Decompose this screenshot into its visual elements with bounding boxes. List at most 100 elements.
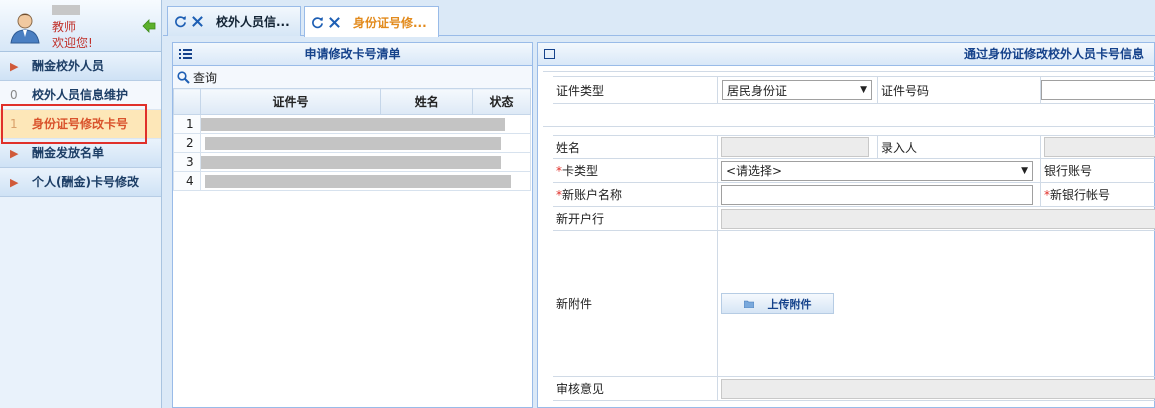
close-icon[interactable]	[328, 16, 341, 29]
id-type-select[interactable]: 居民身份证 ▼	[722, 80, 872, 100]
sidebar-item-label: 校外人员信息维护	[32, 88, 129, 102]
column-header-name[interactable]: 姓名	[380, 88, 474, 115]
column-header-status[interactable]: 状态	[472, 88, 531, 115]
close-icon[interactable]	[191, 15, 204, 28]
search-icon	[177, 70, 190, 84]
sidebar-group-personal-card[interactable]: ▶ 个人(酬金)卡号修改	[0, 168, 161, 197]
id-number-cell	[1041, 77, 1155, 103]
sidebar-item-label: 个人(酬金)卡号修改	[32, 175, 139, 189]
card-type-value: <请选择>	[726, 164, 783, 178]
new-account-name-cell	[718, 183, 1041, 206]
card-type-label: 卡类型	[562, 164, 599, 178]
sidebar-item-staff-info[interactable]: 0 校外人员信息维护	[0, 81, 161, 110]
application-list-panel: 申请修改卡号清单 查询 证件号 姓名 状态 1 2 3 4	[172, 42, 533, 408]
user-box: 教师 欢迎您!	[0, 0, 161, 52]
row-number: 2	[173, 133, 201, 153]
application-table: 证件号 姓名 状态 1 2 3 4	[173, 88, 532, 191]
new-account-name-label: 新账户名称	[562, 188, 623, 202]
upload-attachment-button[interactable]: 上传附件	[721, 293, 834, 314]
table-row[interactable]: 3	[173, 152, 532, 172]
dropdown-arrow-icon: ▼	[860, 85, 867, 95]
sidebar-item-id-change-card[interactable]: 1 身份证号修改卡号	[0, 110, 161, 139]
new-bank-branch-field	[721, 208, 1155, 229]
refresh-icon[interactable]	[174, 15, 187, 28]
card-type-label-cell: * 卡类型	[553, 159, 718, 182]
form-row-attachment: 新附件 上传附件	[553, 231, 1155, 377]
row-number: 3	[173, 152, 201, 172]
name-cell	[718, 136, 878, 158]
new-bank-branch-cell	[718, 207, 1155, 230]
sidebar-group-payment-list[interactable]: ▶ 酬金发放名单	[0, 139, 161, 168]
chevron-right-icon: ▶	[10, 147, 19, 160]
review-field	[721, 378, 1155, 399]
query-label: 查询	[193, 70, 218, 85]
sidebar-item-label: 身份证号修改卡号	[32, 117, 129, 131]
panel-title: 申请修改卡号清单	[304, 47, 401, 61]
panel-header: 申请修改卡号清单	[173, 43, 532, 66]
user-avatar-icon	[10, 13, 40, 44]
review-cell	[718, 377, 1155, 400]
new-account-name-input[interactable]	[721, 184, 1033, 205]
window-icon	[544, 49, 555, 59]
entered-by-label: 录入人	[878, 136, 1041, 158]
id-search-block: 证件类型 居民身份证 ▼ 证件号码	[543, 71, 1155, 127]
sidebar-item-index: 0	[10, 88, 18, 102]
id-type-value: 居民身份证	[727, 83, 788, 98]
user-role: 教师	[52, 20, 77, 34]
chevron-right-icon: ▶	[10, 176, 19, 189]
user-name-redacted	[52, 5, 80, 15]
card-type-select[interactable]: <请选择> ▼	[721, 160, 1033, 181]
form-row-new-account: * 新账户名称 * 新银行帐号	[553, 183, 1155, 207]
refresh-icon[interactable]	[311, 16, 324, 29]
query-button[interactable]: 查询	[177, 69, 217, 86]
card-type-cell: <请选择> ▼	[718, 159, 1041, 182]
list-icon	[179, 49, 192, 59]
form-row-id: 证件类型 居民身份证 ▼ 证件号码	[553, 76, 1155, 104]
sidebar-item-index: 1	[10, 117, 18, 131]
id-number-label: 证件号码	[878, 77, 1041, 103]
review-label: 审核意见	[553, 377, 718, 400]
row-redacted	[199, 152, 532, 172]
row-redacted	[199, 114, 532, 134]
id-number-input[interactable]	[1041, 80, 1155, 100]
card-change-form-panel: 通过身份证修改校外人员卡号信息 证件类型 居民身份证 ▼ 证件号码 姓名 录入人	[537, 42, 1155, 408]
bank-account-label: 银行账号	[1044, 164, 1093, 178]
panel-header: 通过身份证修改校外人员卡号信息	[538, 43, 1154, 66]
row-redacted	[199, 171, 532, 191]
form-row-new-branch: 新开户行	[553, 207, 1155, 231]
tab-id-change-card[interactable]: 身份证号修...	[304, 6, 439, 37]
table-row[interactable]: 2	[173, 133, 532, 153]
sidebar-group-remuneration-staff[interactable]: ▶ 酬金校外人员	[0, 52, 161, 81]
new-attachment-label: 新附件	[553, 231, 718, 376]
table-row[interactable]: 1	[173, 114, 532, 134]
row-number: 4	[173, 171, 201, 191]
tab-label: 校外人员信...	[216, 15, 290, 29]
collapse-sidebar-icon[interactable]	[142, 19, 156, 33]
tab-label: 身份证号修...	[353, 15, 427, 30]
new-account-name-label-cell: * 新账户名称	[553, 183, 718, 206]
form-row-card-type: * 卡类型 <请选择> ▼ 银行账号	[553, 159, 1155, 183]
name-field	[721, 137, 869, 157]
form-row-name: 姓名 录入人	[553, 135, 1155, 159]
name-label: 姓名	[553, 136, 718, 158]
toolbar: 查询	[173, 66, 532, 88]
table-header-row: 证件号 姓名 状态	[173, 88, 531, 115]
upload-label: 上传附件	[767, 297, 812, 311]
new-bank-account-label: 新银行帐号	[1050, 188, 1111, 202]
user-welcome: 欢迎您!	[52, 36, 93, 50]
sidebar-item-label: 酬金校外人员	[32, 59, 105, 73]
form-row-review: 审核意见	[553, 377, 1155, 401]
folder-icon	[743, 300, 754, 308]
attachment-cell: 上传附件	[718, 231, 1155, 376]
tab-bar: 校外人员信... 身份证号修...	[163, 0, 1155, 37]
id-type-label: 证件类型	[553, 77, 718, 103]
column-header-id[interactable]: 证件号	[199, 88, 382, 115]
panel-title: 通过身份证修改校外人员卡号信息	[963, 47, 1144, 61]
dropdown-arrow-icon: ▼	[1021, 165, 1028, 176]
tab-staff-info[interactable]: 校外人员信...	[167, 6, 301, 36]
entered-by-cell	[1041, 136, 1155, 158]
row-redacted	[199, 133, 532, 153]
new-bank-branch-label: 新开户行	[553, 207, 718, 230]
table-row[interactable]: 4	[173, 171, 532, 191]
sidebar-item-label: 酬金发放名单	[32, 146, 105, 160]
